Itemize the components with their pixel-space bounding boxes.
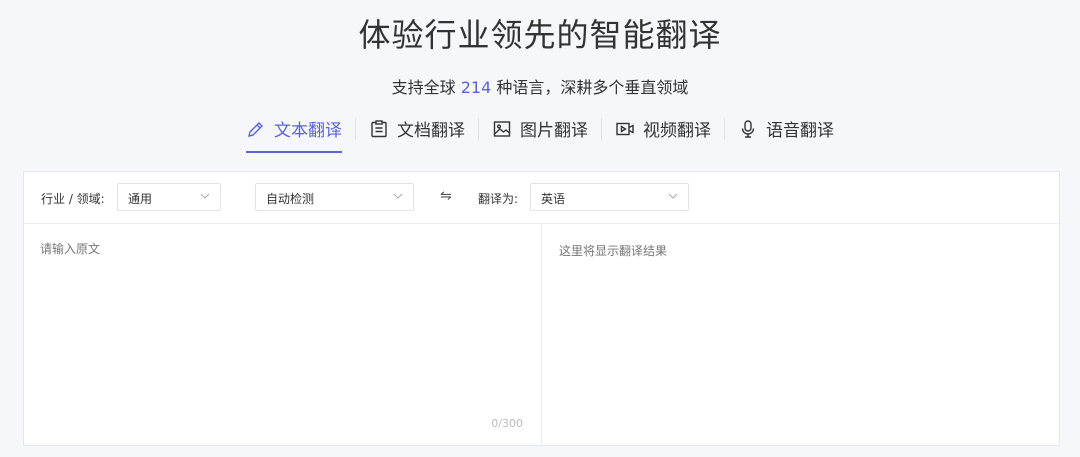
tab-voice-translation[interactable]: 语音翻译: [738, 116, 834, 153]
target-language-value: 英语: [541, 192, 566, 206]
translation-panel: 行业 / 领域: 通用 自动检测 ⇋ 翻译为: 英语 0/300 这里将显示翻译…: [23, 171, 1060, 446]
document-icon: [371, 119, 387, 137]
language-count: 214: [460, 78, 492, 97]
tab-video-translation[interactable]: 视频翻译: [615, 116, 711, 153]
source-language-value: 自动检测: [266, 192, 315, 206]
tab-divider: [478, 117, 479, 140]
tab-document-translation[interactable]: 文档翻译: [369, 116, 465, 153]
subtitle-suffix: 种语言，深耕多个垂直领域: [496, 78, 689, 97]
domain-select-value: 通用: [128, 192, 153, 206]
tab-divider: [724, 117, 725, 140]
domain-label: 行业 / 领域:: [41, 192, 105, 206]
chevron-down-icon: [200, 193, 210, 199]
tab-divider: [601, 117, 602, 140]
chevron-down-icon: [668, 193, 678, 199]
source-text-pane: 0/300: [24, 224, 542, 446]
source-text-input[interactable]: [40, 240, 520, 400]
source-language-select[interactable]: 自动检测: [255, 183, 414, 211]
tab-image-translation[interactable]: 图片翻译: [492, 116, 588, 153]
tab-label: 文档翻译: [397, 121, 465, 141]
swap-languages-icon[interactable]: ⇋: [440, 188, 452, 204]
tab-text-translation[interactable]: 文本翻译: [246, 116, 342, 153]
translation-result-pane: 这里将显示翻译结果: [542, 224, 1059, 446]
subtitle-prefix: 支持全球: [391, 78, 456, 97]
target-language-select[interactable]: 英语: [530, 183, 689, 211]
tab-label: 语音翻译: [766, 121, 834, 141]
page-subtitle: 支持全球 214 种语言，深耕多个垂直领域: [0, 74, 1080, 98]
character-counter: 0/300: [491, 417, 523, 430]
pencil-icon: [248, 121, 263, 137]
domain-select[interactable]: 通用: [117, 183, 221, 211]
tab-label: 文本翻译: [274, 121, 342, 141]
tab-label: 图片翻译: [520, 121, 588, 141]
video-icon: [616, 122, 634, 135]
tab-label: 视频翻译: [643, 121, 711, 141]
page-title: 体验行业领先的智能翻译: [358, 16, 722, 54]
translation-result-placeholder: 这里将显示翻译结果: [559, 244, 668, 258]
target-language-label: 翻译为:: [478, 192, 519, 206]
image-icon: [493, 120, 511, 137]
translation-toolbar: 行业 / 领域: 通用 自动检测 ⇋ 翻译为: 英语: [24, 172, 1059, 224]
tab-divider: [355, 117, 356, 140]
translation-type-tabs: 文本翻译 文档翻译 图片翻译 视频翻译 语音翻译: [0, 116, 1080, 153]
chevron-down-icon: [393, 193, 403, 199]
microphone-icon: [741, 119, 755, 138]
